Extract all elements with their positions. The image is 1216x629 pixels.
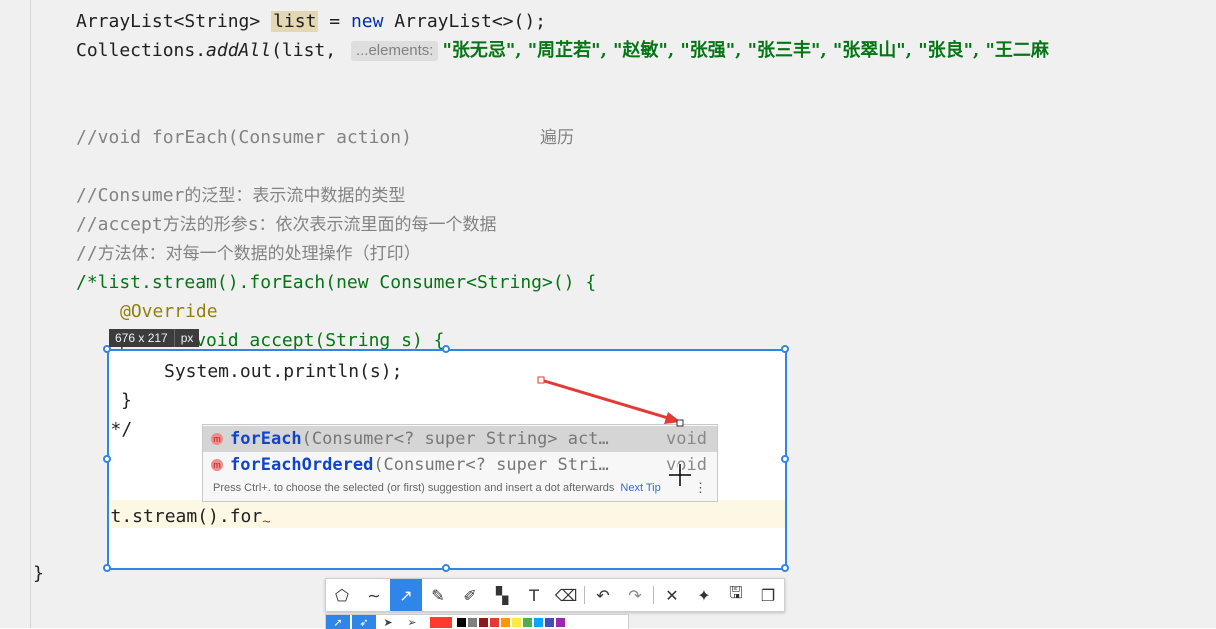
- text-icon: T: [529, 585, 539, 605]
- annotation-toolbar: ⬠ ∼ ↗ ✎ ✐ ▚ T ⌫ ↶ ↷ ✕ ✦ 🖫 ❐: [325, 578, 785, 612]
- copy-button[interactable]: ❐: [752, 579, 784, 611]
- toolbar-divider: [584, 586, 585, 604]
- annotation-arrow[interactable]: [0, 0, 1216, 628]
- cancel-button[interactable]: ✕: [656, 579, 688, 611]
- arrow-style-solid[interactable]: ➚: [326, 615, 350, 629]
- mosaic-icon: ▚: [495, 585, 509, 605]
- eraser-icon: ⌫: [554, 585, 578, 605]
- undo-icon: ↶: [596, 585, 610, 605]
- color-palette: [456, 615, 566, 627]
- arrow-tool[interactable]: ↗: [390, 579, 422, 611]
- toolbar-divider: [653, 586, 654, 604]
- mosaic-tool[interactable]: ▚: [486, 579, 518, 611]
- marker-tool[interactable]: ✐: [454, 579, 486, 611]
- color-swatch[interactable]: [556, 618, 565, 627]
- redo-button[interactable]: ↷: [619, 579, 651, 611]
- color-swatch[interactable]: [545, 618, 554, 627]
- color-swatch[interactable]: [512, 618, 521, 627]
- shape-icon: ⬠: [335, 585, 349, 605]
- color-swatch[interactable]: [457, 618, 466, 627]
- crosshair-cursor-icon: [669, 464, 691, 486]
- pin-button[interactable]: ✦: [688, 579, 720, 611]
- color-swatch[interactable]: [490, 618, 499, 627]
- save-button[interactable]: 🖫: [720, 579, 752, 611]
- eraser-tool[interactable]: ⌫: [550, 579, 582, 611]
- arrow-shaft: [540, 378, 669, 420]
- arrow-style-outline[interactable]: ➢: [400, 615, 424, 629]
- shape-tool[interactable]: ⬠: [326, 579, 358, 611]
- arrow-start-handle[interactable]: [537, 376, 545, 384]
- undo-button[interactable]: ↶: [587, 579, 619, 611]
- pencil-icon: ✎: [431, 585, 445, 605]
- marker-icon: ✐: [463, 585, 477, 605]
- copy-icon: ❐: [760, 585, 776, 605]
- color-swatch[interactable]: [501, 618, 510, 627]
- arrow-style-bar: ➚ ➶ ➤ ➢: [325, 614, 629, 629]
- arrow-style-left[interactable]: ➤: [376, 615, 400, 629]
- color-swatch[interactable]: [534, 618, 543, 627]
- save-icon: 🖫: [729, 582, 743, 602]
- arrow-icon: ↗: [399, 585, 413, 605]
- selected-color-swatch[interactable]: [430, 617, 452, 628]
- curve-tool[interactable]: ∼: [358, 579, 390, 611]
- curve-icon: ∼: [367, 585, 381, 605]
- redo-icon: ↷: [628, 585, 642, 605]
- color-swatch[interactable]: [523, 618, 532, 627]
- color-swatch[interactable]: [479, 618, 488, 627]
- text-tool[interactable]: T: [518, 579, 550, 611]
- arrow-end-handle[interactable]: [676, 419, 684, 427]
- pen-tool[interactable]: ✎: [422, 579, 454, 611]
- arrow-style-thin[interactable]: ➶: [352, 615, 376, 629]
- color-swatch[interactable]: [468, 618, 477, 627]
- pin-icon: ✦: [697, 585, 711, 605]
- close-icon: ✕: [665, 585, 679, 605]
